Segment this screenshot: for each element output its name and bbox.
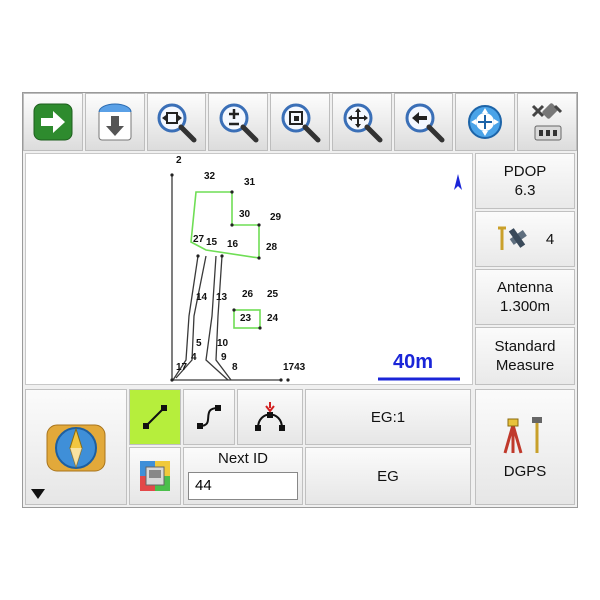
next-id-panel: Next ID 44 xyxy=(183,447,303,505)
point-label: 15 xyxy=(206,237,218,248)
point-label: 31 xyxy=(244,177,256,188)
antenna-height-display[interactable]: Antenna 1.300m xyxy=(475,269,575,325)
point-markers xyxy=(170,173,290,382)
point-label: 4 xyxy=(191,352,197,363)
gps-tripod-icon xyxy=(503,416,542,453)
dgps-label: DGPS xyxy=(503,462,547,480)
download-button[interactable] xyxy=(84,93,145,151)
layer-view-button[interactable] xyxy=(129,447,181,505)
pdop-label: PDOP xyxy=(503,163,547,180)
antenna-label: Antenna xyxy=(497,279,553,296)
next-id-input[interactable]: 44 xyxy=(188,472,298,500)
gps-center-icon xyxy=(468,105,503,139)
measure-mode-line1: Standard xyxy=(494,338,556,355)
satellite-display[interactable]: 4 xyxy=(475,211,575,267)
point-label: 5 xyxy=(196,338,202,349)
gps-settings-icon xyxy=(532,103,563,141)
exit-button[interactable] xyxy=(23,93,83,151)
point-label: 24 xyxy=(267,313,279,324)
eg-code-label: EG:1 xyxy=(370,408,406,426)
chevron-down-icon[interactable] xyxy=(31,489,45,499)
north-arrow-icon xyxy=(454,174,462,190)
scale-label: 40m xyxy=(393,351,433,373)
toolbar xyxy=(23,93,578,151)
map-canvas[interactable]: 2 32 31 30 29 27 15 16 28 14 13 26 25 23… xyxy=(26,154,472,384)
compass-icon xyxy=(46,424,106,472)
curve-tool-button[interactable] xyxy=(183,389,235,445)
arc-tool-icon xyxy=(255,402,285,431)
pan-button[interactable] xyxy=(331,93,392,151)
gps-survey-app: 2 32 31 30 29 27 15 16 28 14 13 26 25 23… xyxy=(22,92,578,508)
exit-arrow-icon xyxy=(33,103,73,141)
parcel-polygon xyxy=(190,191,260,259)
gps-center-button[interactable] xyxy=(455,93,516,151)
zoom-previous-button[interactable] xyxy=(393,93,454,151)
satellite-count: 4 xyxy=(545,230,555,248)
arc-tool-button[interactable] xyxy=(237,389,303,445)
point-label: 10 xyxy=(217,338,229,349)
point-label: 23 xyxy=(240,313,252,324)
pan-icon xyxy=(343,103,383,143)
measure-mode-line2: Measure xyxy=(495,357,555,374)
satellite-antenna-icon xyxy=(497,226,527,250)
point-label: 32 xyxy=(204,171,216,182)
map-view[interactable]: 2 32 31 30 29 27 15 16 28 14 13 26 25 23… xyxy=(25,153,473,385)
point-label: 28 xyxy=(266,242,278,253)
dgps-button[interactable]: DGPS xyxy=(475,389,575,505)
pdop-display[interactable]: PDOP 6.3 xyxy=(475,153,575,209)
eg-name-button[interactable]: EG xyxy=(305,447,471,505)
zoom-extents-icon xyxy=(157,103,197,143)
point-label: 25 xyxy=(267,289,279,300)
pdop-value: 6.3 xyxy=(514,182,536,199)
point-label: 1743 xyxy=(283,362,306,373)
point-label: 27 xyxy=(193,234,205,245)
line-tool-icon xyxy=(143,405,167,429)
gps-settings-button[interactable] xyxy=(517,93,578,151)
point-label: 8 xyxy=(232,362,238,373)
point-label: 17 xyxy=(176,362,188,373)
zoom-in-out-icon xyxy=(219,103,259,143)
zoom-window-icon xyxy=(281,103,321,143)
point-label: 16 xyxy=(227,239,239,250)
boundary-lines xyxy=(171,175,281,381)
next-id-label: Next ID xyxy=(217,450,268,467)
eg-name-label: EG xyxy=(377,467,399,485)
antenna-value: 1.300m xyxy=(499,298,551,315)
zoom-extents-button[interactable] xyxy=(146,93,207,151)
point-label: 26 xyxy=(242,289,254,300)
point-label: 2 xyxy=(176,155,182,166)
eg-code-button[interactable]: EG:1 xyxy=(305,389,471,445)
curve-tool-icon xyxy=(197,405,221,429)
zoom-in-out-button[interactable] xyxy=(208,93,269,151)
zoom-previous-icon xyxy=(405,103,445,143)
point-label: 13 xyxy=(216,292,228,303)
point-label: 30 xyxy=(239,209,251,220)
zoom-window-button[interactable] xyxy=(270,93,330,151)
measure-mode-button[interactable]: Standard Measure xyxy=(475,327,575,385)
compass-menu-button[interactable] xyxy=(25,389,127,505)
layers-icon xyxy=(140,461,170,491)
point-label: 29 xyxy=(270,212,282,223)
download-icon xyxy=(98,103,132,141)
point-label: 14 xyxy=(196,292,208,303)
line-tool-button[interactable] xyxy=(129,389,181,445)
point-label: 9 xyxy=(221,352,227,363)
